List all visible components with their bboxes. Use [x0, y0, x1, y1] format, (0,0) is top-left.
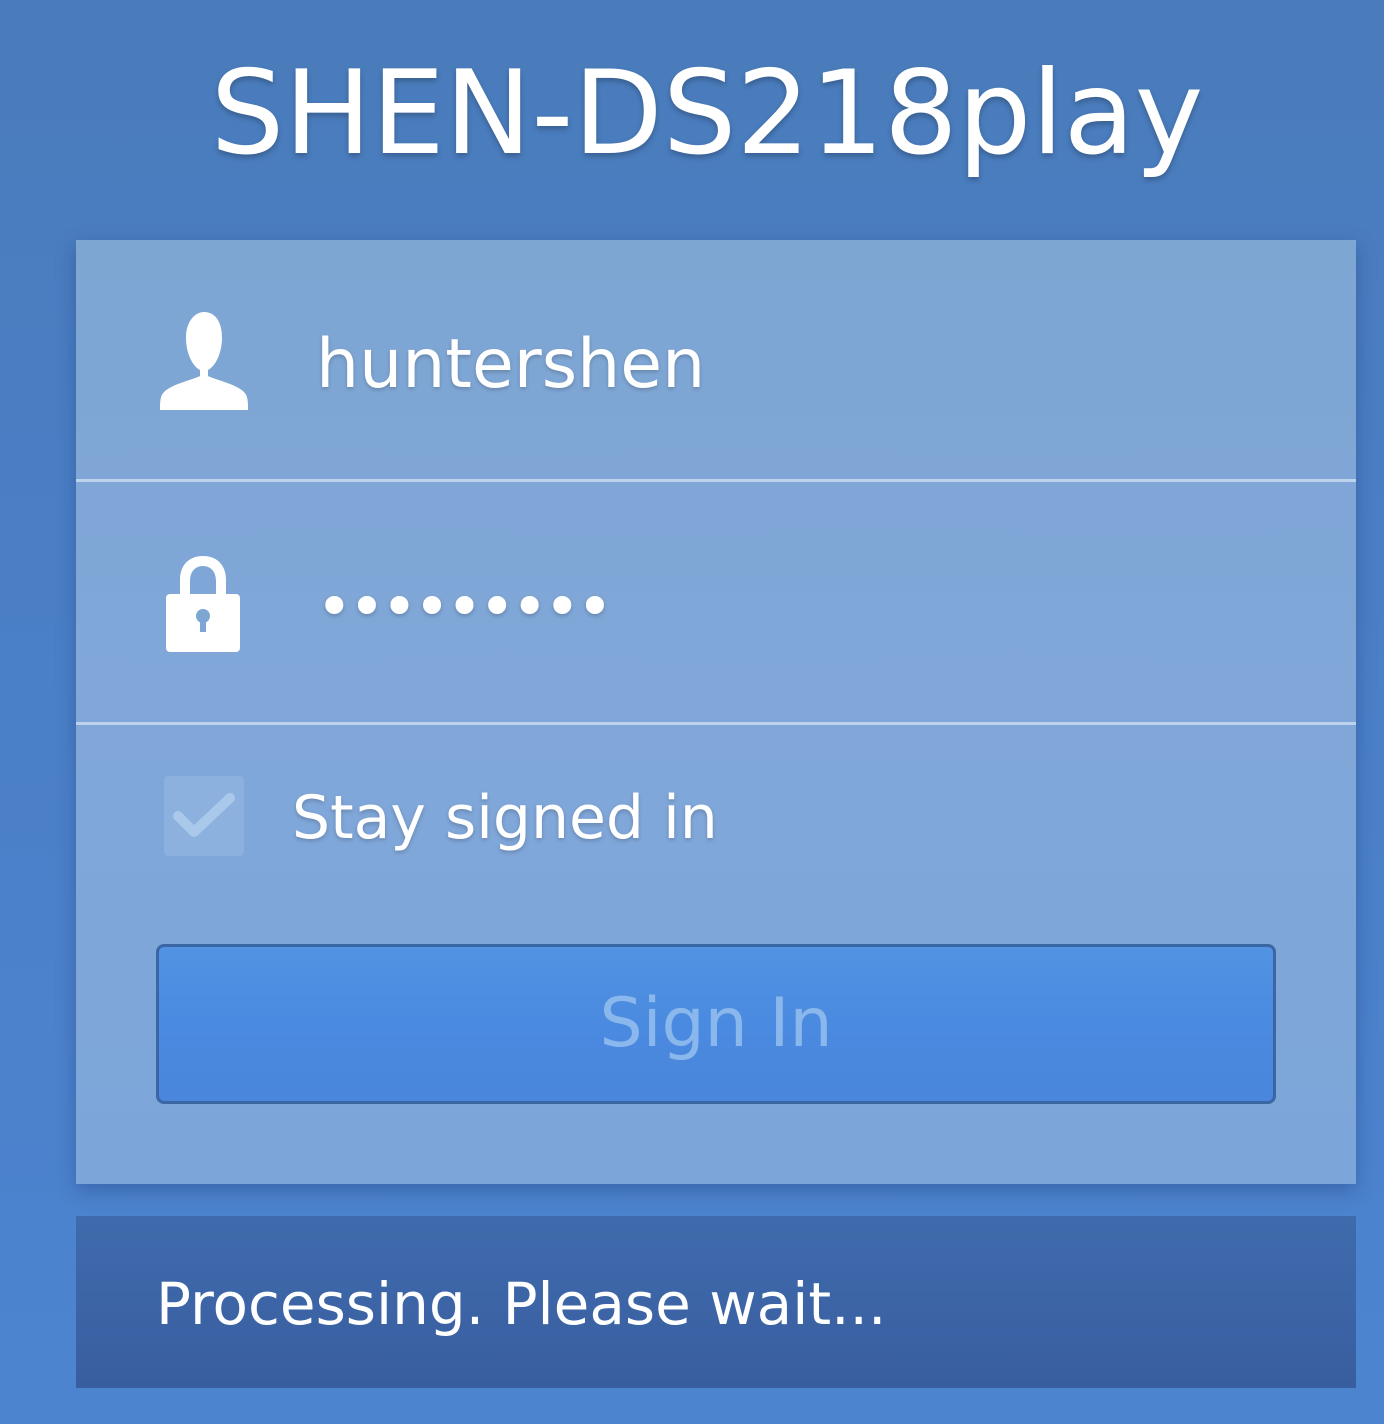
user-icon — [156, 310, 252, 410]
password-input[interactable]: ••••••••• — [316, 562, 613, 652]
lock-icon — [164, 554, 242, 654]
checkmark-icon — [173, 793, 235, 837]
stay-signed-in-label: Stay signed in — [292, 783, 718, 853]
password-field[interactable]: ••••••••• — [76, 482, 1356, 725]
username-input[interactable]: huntershen — [316, 320, 705, 410]
sign-in-button[interactable]: Sign In — [156, 944, 1276, 1104]
status-message: Processing. Please wait... — [156, 1270, 887, 1338]
status-bar: Processing. Please wait... — [76, 1216, 1356, 1388]
username-field[interactable]: huntershen — [76, 240, 1356, 482]
stay-signed-in-checkbox[interactable] — [164, 776, 244, 856]
page-title: SHEN-DS218play — [210, 46, 1204, 181]
login-panel: huntershen ••••••••• Stay signed in Sign… — [76, 240, 1356, 1184]
